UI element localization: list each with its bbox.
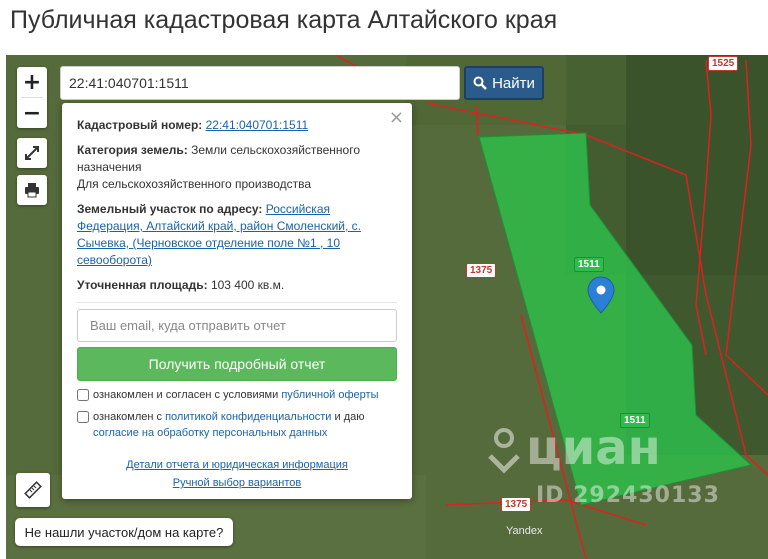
consent-privacy-checkbox[interactable] — [77, 411, 89, 423]
cadastral-row: Кадастровый номер: 22:41:040701:1511 — [77, 117, 397, 134]
consent-offer-row: ознакомлен и согласен с условиями публич… — [77, 387, 397, 403]
consent-offer-text: ознакомлен и согласен с условиями публич… — [93, 387, 379, 403]
zoom-in-button[interactable]: + — [17, 67, 47, 97]
parcel-label-1525: 1525 — [708, 56, 739, 71]
expand-icon — [25, 146, 39, 160]
cian-logo-icon — [488, 428, 520, 474]
cadastral-label: Кадастровый номер: — [77, 118, 203, 132]
consent-offer-label: ознакомлен и согласен с условиями — [93, 389, 282, 401]
consent-privacy-text: ознакомлен с политикой конфиденциальност… — [93, 409, 364, 441]
divider — [77, 302, 397, 303]
bottom-links: Детали отчета и юридическая информация Р… — [77, 456, 397, 492]
privacy-policy-link[interactable]: политикой конфиденциальности — [165, 411, 331, 423]
category-row: Категория земель: Земли сельскохозяйстве… — [77, 142, 397, 193]
area-value: 103 400 кв.м. — [210, 278, 285, 292]
parcel-info-popup: × Кадастровый номер: 22:41:040701:1511 К… — [62, 103, 412, 499]
search-icon — [473, 76, 487, 90]
area-label: Уточненная площадь: — [77, 278, 208, 292]
consent-offer-checkbox[interactable] — [77, 389, 89, 401]
page-title: Публичная кадастровая карта Алтайского к… — [10, 6, 558, 34]
email-field[interactable] — [77, 309, 397, 342]
consent-privacy-mid: и даю — [331, 411, 365, 423]
cadastral-search-input[interactable] — [60, 66, 460, 100]
cadastral-number-link[interactable]: 22:41:040701:1511 — [206, 118, 309, 132]
area-row: Уточненная площадь: 103 400 кв.м. — [77, 277, 397, 294]
address-label: Земельный участок по адресу: — [77, 202, 263, 216]
fullscreen-button[interactable] — [17, 138, 47, 168]
usage-value: Для сельскохозяйственного производства — [77, 177, 312, 191]
map-view[interactable]: 1511 1511 1375 1375 1525 циан ID 2924301… — [6, 55, 768, 559]
yandex-attribution[interactable]: Yandex — [506, 525, 543, 537]
find-button-label: Найти — [492, 74, 535, 92]
cian-watermark: циан — [486, 420, 661, 476]
public-offer-link[interactable]: публичной оферты — [281, 389, 378, 401]
category-label: Категория земель: — [77, 143, 188, 157]
printer-icon — [25, 183, 39, 198]
parcel-label-1375-bottom: 1375 — [501, 497, 532, 512]
manual-selection-link[interactable]: Ручной выбор вариантов — [173, 477, 301, 489]
address-row: Земельный участок по адресу: Российская … — [77, 201, 397, 269]
parcel-label-1375: 1375 — [466, 263, 497, 278]
zoom-control: + − — [17, 67, 47, 128]
ruler-icon — [24, 481, 42, 499]
find-button[interactable]: Найти — [464, 66, 544, 100]
get-report-button[interactable]: Получить подробный отчет — [77, 347, 397, 381]
watermark-text: циан — [526, 420, 661, 476]
ruler-button[interactable] — [16, 473, 50, 507]
personal-data-consent-link[interactable]: согласие на обработку персональных данны… — [93, 427, 327, 439]
print-button[interactable] — [17, 175, 47, 205]
consent-privacy-label: ознакомлен с — [93, 411, 166, 423]
not-found-button[interactable]: Не нашли участок/дом на карте? — [15, 518, 233, 546]
close-icon[interactable]: × — [389, 109, 404, 127]
zoom-out-button[interactable]: − — [17, 98, 47, 128]
watermark-id: ID 292430133 — [536, 483, 720, 508]
parcel-label-1511: 1511 — [574, 257, 604, 272]
report-details-link[interactable]: Детали отчета и юридическая информация — [126, 459, 348, 471]
consent-privacy-row: ознакомлен с политикой конфиденциальност… — [77, 409, 397, 441]
